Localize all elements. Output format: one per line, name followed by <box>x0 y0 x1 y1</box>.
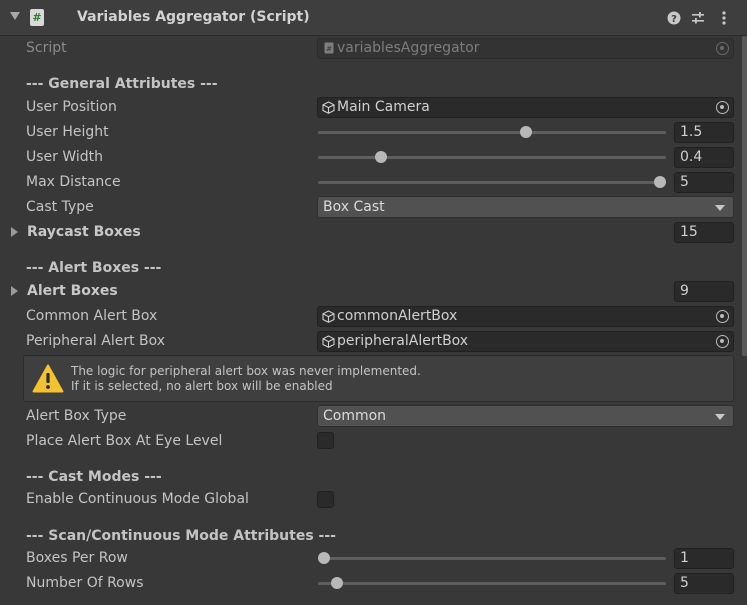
svg-text:#: # <box>326 45 332 53</box>
max-distance-input[interactable]: 5 <box>674 172 734 193</box>
cast-modes-header: --- Cast Modes --- <box>26 469 162 485</box>
help-icon[interactable]: ? <box>666 9 682 27</box>
peripheral-alert-box-value: peripheralAlertBox <box>337 333 469 349</box>
user-width-slider-track[interactable] <box>318 156 666 159</box>
raycast-boxes-size-input[interactable]: 15 <box>674 222 734 243</box>
user-height-label: User Height <box>26 124 109 140</box>
warning-icon <box>32 364 64 393</box>
user-width-slider-thumb[interactable] <box>375 151 388 163</box>
max-distance-slider-thumb[interactable] <box>654 176 666 188</box>
max-distance-label: Max Distance <box>26 174 121 190</box>
alert-box-type-label: Alert Box Type <box>26 408 127 424</box>
gameobject-cube-icon <box>322 101 335 114</box>
alert-boxes-label[interactable]: Alert Boxes <box>27 283 118 299</box>
common-alert-box-field[interactable]: commonAlertBox <box>317 306 734 327</box>
scan-continuous-header: --- Scan/Continuous Mode Attributes --- <box>26 528 336 544</box>
boxes-per-row-input[interactable]: 1 <box>674 548 734 569</box>
warning-message-line2: If it is selected, no alert box will be … <box>71 379 333 393</box>
object-picker-icon[interactable] <box>716 101 729 114</box>
boxes-per-row-slider-track[interactable] <box>318 557 666 560</box>
enable-continuous-label: Enable Continuous Mode Global <box>26 491 249 507</box>
object-picker-icon <box>716 42 729 55</box>
alert-boxes-size-input[interactable]: 9 <box>674 281 734 302</box>
component-header[interactable]: # Variables Aggregator (Script) ? <box>0 0 747 36</box>
place-alert-box-checkbox[interactable] <box>317 432 334 449</box>
number-of-rows-label: Number Of Rows <box>26 575 144 591</box>
warning-help-box: The logic for peripheral alert box was n… <box>23 355 734 402</box>
script-field: # variablesAggregator <box>317 38 734 59</box>
raycast-boxes-label[interactable]: Raycast Boxes <box>27 224 141 240</box>
alert-boxes-header: --- Alert Boxes --- <box>26 260 162 276</box>
boxes-per-row-label: Boxes Per Row <box>26 550 128 566</box>
object-picker-icon[interactable] <box>716 310 729 323</box>
common-alert-box-label: Common Alert Box <box>26 308 158 324</box>
number-of-rows-slider-track[interactable] <box>318 582 666 585</box>
number-of-rows-slider-thumb[interactable] <box>331 577 344 589</box>
gameobject-cube-icon <box>322 335 335 348</box>
user-width-label: User Width <box>26 149 104 165</box>
svg-text:?: ? <box>671 14 677 25</box>
script-file-icon: # <box>322 42 335 55</box>
boxes-per-row-slider-thumb[interactable] <box>318 552 330 564</box>
cast-type-label: Cast Type <box>26 199 94 215</box>
peripheral-alert-box-label: Peripheral Alert Box <box>26 333 166 349</box>
component-title: Variables Aggregator (Script) <box>77 9 310 25</box>
object-picker-icon[interactable] <box>716 335 729 348</box>
user-height-slider-track[interactable] <box>318 131 666 134</box>
user-position-field[interactable]: Main Camera <box>317 97 734 118</box>
foldout-arrow-icon[interactable] <box>10 12 20 20</box>
gameobject-cube-icon <box>322 310 335 323</box>
scrollbar[interactable] <box>742 36 747 356</box>
number-of-rows-input[interactable]: 5 <box>674 573 734 594</box>
user-height-slider-thumb[interactable] <box>519 126 532 138</box>
raycast-boxes-foldout-icon[interactable] <box>11 227 18 237</box>
warning-message-line1: The logic for peripheral alert box was n… <box>71 364 421 378</box>
presets-sliders-icon[interactable] <box>690 9 706 27</box>
alert-box-type-value: Common <box>323 408 387 424</box>
dropdown-arrow-icon <box>715 205 725 211</box>
user-width-input[interactable]: 0.4 <box>674 147 734 168</box>
kebab-menu-icon[interactable] <box>716 9 732 27</box>
dropdown-arrow-icon <box>715 414 725 420</box>
script-value: variablesAggregator <box>337 40 480 56</box>
peripheral-alert-box-field[interactable]: peripheralAlertBox <box>317 331 734 352</box>
place-alert-box-label: Place Alert Box At Eye Level <box>26 433 223 449</box>
cast-type-dropdown[interactable]: Box Cast <box>317 196 734 218</box>
user-position-label: User Position <box>26 99 117 115</box>
alert-box-type-dropdown[interactable]: Common <box>317 405 734 427</box>
script-label: Script <box>26 40 67 56</box>
common-alert-box-value: commonAlertBox <box>337 308 458 324</box>
max-distance-slider-track[interactable] <box>318 181 666 184</box>
user-height-input[interactable]: 1.5 <box>674 122 734 143</box>
csharp-script-icon: # <box>30 9 44 26</box>
user-position-value: Main Camera <box>337 99 430 115</box>
general-attributes-header: --- General Attributes --- <box>26 76 218 92</box>
alert-boxes-foldout-icon[interactable] <box>11 286 18 296</box>
enable-continuous-checkbox[interactable] <box>317 491 334 508</box>
cast-type-value: Box Cast <box>323 199 385 215</box>
